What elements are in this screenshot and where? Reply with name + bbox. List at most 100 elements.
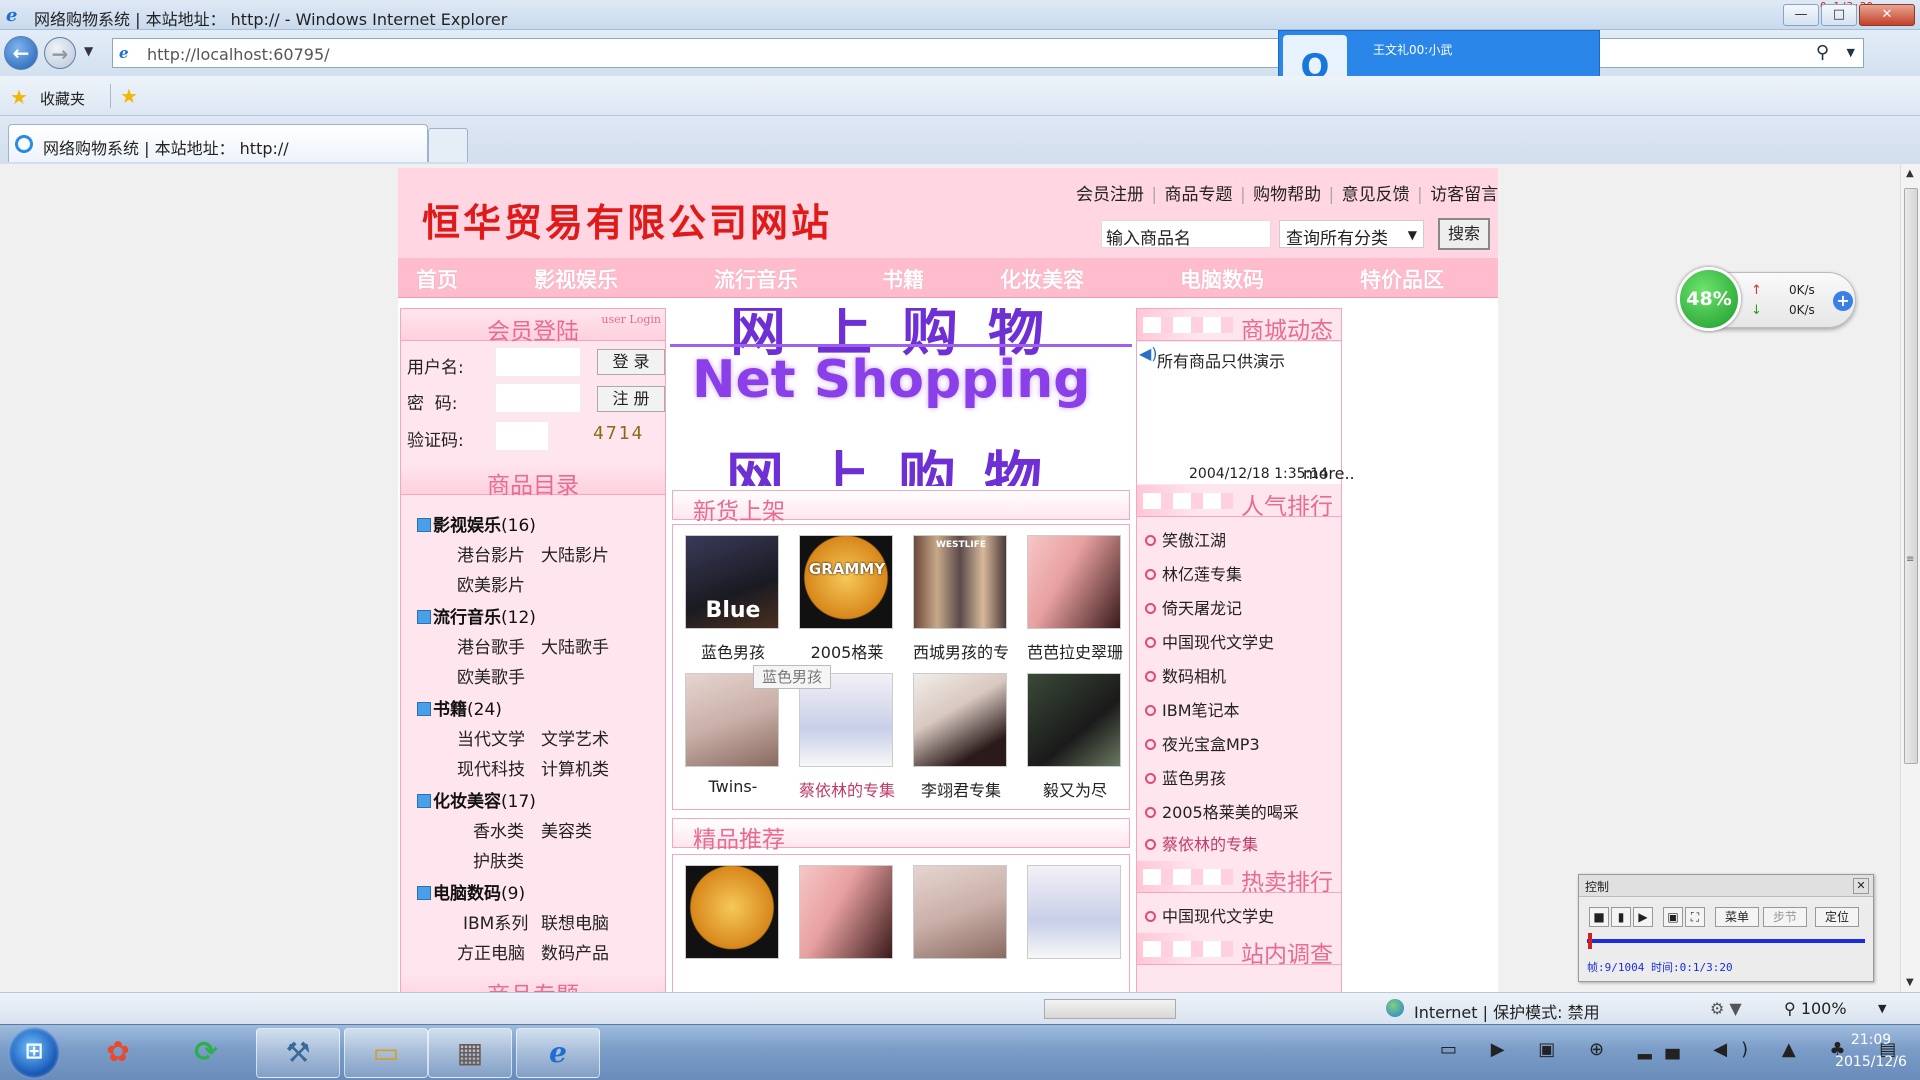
- subcategory-link[interactable]: 香水类: [473, 817, 524, 842]
- menu-button[interactable]: 菜单: [1715, 907, 1759, 927]
- category-books[interactable]: 书籍(24): [417, 695, 502, 720]
- product-card[interactable]: WESTLIFE 西城男孩的专: [903, 535, 1019, 665]
- playback-track[interactable]: [1587, 939, 1865, 943]
- product-image[interactable]: WESTLIFE: [913, 535, 1007, 629]
- taskbar-app-folder-icon[interactable]: ▭: [344, 1028, 428, 1078]
- popular-item[interactable]: 2005格莱美的喝采: [1145, 799, 1299, 823]
- subcategory-link[interactable]: 港台影片: [457, 541, 525, 566]
- close-button[interactable]: ✕: [1859, 4, 1915, 26]
- product-card[interactable]: 芭芭拉史翠珊: [1017, 535, 1133, 665]
- scroll-thumb[interactable]: [1904, 188, 1918, 764]
- subcategory-link[interactable]: 现代科技: [457, 755, 525, 780]
- scroll-up-icon[interactable]: ▲: [1906, 168, 1914, 179]
- address-bar[interactable]: e http://localhost:60795/ ⚲ ▼: [112, 38, 1864, 68]
- address-url[interactable]: http://localhost:60795/: [147, 45, 330, 64]
- popular-item[interactable]: 倚天屠龙记: [1145, 595, 1242, 619]
- category-beauty[interactable]: 化妆美容(17): [417, 787, 536, 812]
- hot-item[interactable]: 中国现代文学史: [1145, 903, 1274, 927]
- nav-computers[interactable]: 电脑数码: [1180, 264, 1264, 294]
- forward-button[interactable]: →: [44, 37, 76, 69]
- register-button[interactable]: 注 册: [597, 386, 665, 412]
- product-caption[interactable]: 2005格莱: [789, 639, 905, 663]
- clock[interactable]: 21:09 2015/12/6: [1826, 1029, 1916, 1073]
- nav-beauty[interactable]: 化妆美容: [1000, 264, 1084, 294]
- product-caption[interactable]: Twins-: [675, 777, 791, 796]
- product-image[interactable]: [913, 865, 1007, 959]
- new-tab-button[interactable]: [428, 128, 468, 162]
- product-image[interactable]: [913, 673, 1007, 767]
- subcategory-link[interactable]: 美容类: [541, 817, 592, 842]
- subcategory-link[interactable]: 大陆影片: [541, 541, 609, 566]
- product-caption[interactable]: 毅又为尽: [1017, 777, 1133, 801]
- step-button[interactable]: 步节: [1763, 907, 1807, 927]
- top-link-register[interactable]: 会员注册: [1076, 185, 1144, 205]
- popular-item[interactable]: 数码相机: [1145, 663, 1226, 687]
- zone-settings-icon[interactable]: ⚙ ▼: [1710, 999, 1742, 1018]
- favorites-button[interactable]: 收藏夹: [40, 88, 85, 109]
- minimize-button[interactable]: —: [1783, 4, 1819, 26]
- address-dropdown-icon[interactable]: ▼: [1847, 46, 1855, 59]
- product-card[interactable]: GRAMMY 2005格莱: [789, 535, 905, 665]
- taskbar-app-refresh-icon[interactable]: ⟳: [164, 1028, 248, 1078]
- security-zone[interactable]: Internet | 保护模式: 禁用: [1414, 999, 1600, 1023]
- play-icon[interactable]: ▶: [1633, 907, 1653, 927]
- playback-knob[interactable]: [1588, 933, 1593, 949]
- subcategory-link[interactable]: 联想电脑: [541, 909, 609, 934]
- product-card[interactable]: Twins-: [675, 673, 791, 803]
- subcategory-link[interactable]: 方正电脑: [457, 939, 525, 964]
- popular-item[interactable]: 蓝色男孩: [1145, 765, 1226, 789]
- username-input[interactable]: [495, 347, 581, 377]
- category-computers[interactable]: 电脑数码(9): [417, 879, 525, 904]
- captcha-input[interactable]: [495, 421, 549, 451]
- product-caption[interactable]: 芭芭拉史翠珊: [1017, 639, 1133, 663]
- control-close-icon[interactable]: ✕: [1853, 878, 1869, 894]
- subcategory-link[interactable]: 文学艺术: [541, 725, 609, 750]
- category-music[interactable]: 流行音乐(12): [417, 603, 536, 628]
- top-link-topics[interactable]: 商品专题: [1165, 185, 1233, 205]
- popular-item[interactable]: 林亿莲专集: [1145, 561, 1242, 585]
- product-image[interactable]: [1027, 673, 1121, 767]
- search-button[interactable]: 搜索: [1438, 218, 1490, 250]
- plus-icon[interactable]: +: [1833, 291, 1853, 311]
- taskbar-app-photos-icon[interactable]: ✿: [76, 1028, 160, 1078]
- news-text[interactable]: 所有商品只供演示: [1157, 348, 1285, 372]
- stop-icon[interactable]: ■: [1589, 907, 1609, 927]
- pause-icon[interactable]: ▮: [1611, 907, 1631, 927]
- subcategory-link[interactable]: 数码产品: [541, 939, 609, 964]
- product-caption[interactable]: 李翊君专集: [903, 777, 1019, 801]
- subcategory-link[interactable]: 护肤类: [473, 847, 524, 872]
- product-image[interactable]: [1027, 535, 1121, 629]
- scroll-down-icon[interactable]: ▼: [1906, 977, 1914, 988]
- product-caption[interactable]: 蓝色男孩: [675, 639, 791, 663]
- login-button[interactable]: 登 录: [597, 349, 665, 375]
- subcategory-link[interactable]: 欧美影片: [457, 571, 525, 596]
- product-caption[interactable]: 西城男孩的专: [903, 639, 1019, 663]
- news-more-link[interactable]: more..: [1303, 464, 1355, 483]
- fit-icon[interactable]: ▣: [1663, 907, 1683, 927]
- product-caption[interactable]: 蔡依林的专集: [789, 777, 905, 801]
- search-input[interactable]: 输入商品名: [1101, 220, 1271, 249]
- nav-specials[interactable]: 特价品区: [1360, 264, 1444, 294]
- maximize-button[interactable]: □: [1821, 4, 1857, 26]
- search-icon[interactable]: ⚲: [1816, 42, 1829, 63]
- category-select[interactable]: 查询所有分类 ▼: [1279, 220, 1424, 249]
- taskbar-app-tools-icon[interactable]: ⚒: [256, 1028, 340, 1078]
- nav-home[interactable]: 首页: [416, 264, 458, 294]
- taskbar-app-ie-icon[interactable]: e: [516, 1028, 600, 1078]
- vertical-scrollbar[interactable]: ▲ ≡ ▼: [1900, 164, 1920, 992]
- category-movies[interactable]: 影视娱乐(16): [417, 511, 536, 536]
- memory-percent[interactable]: 48%: [1677, 267, 1741, 331]
- popular-item[interactable]: IBM笔记本: [1145, 697, 1240, 721]
- password-input[interactable]: [495, 383, 581, 413]
- product-card[interactable]: 蔡依林的专集: [789, 673, 905, 803]
- subcategory-link[interactable]: 欧美歌手: [457, 663, 525, 688]
- popular-item[interactable]: 中国现代文学史: [1145, 629, 1274, 653]
- subcategory-link[interactable]: 港台歌手: [457, 633, 525, 658]
- fullscreen-icon[interactable]: ⛶: [1685, 907, 1705, 927]
- top-link-feedback[interactable]: 意见反馈: [1342, 185, 1410, 205]
- nav-music[interactable]: 流行音乐: [714, 264, 798, 294]
- product-image[interactable]: GRAMMY: [799, 535, 893, 629]
- popular-item[interactable]: 笑傲江湖: [1145, 527, 1226, 551]
- product-image[interactable]: Blue: [685, 535, 779, 629]
- tab-active[interactable]: 网络购物系统 | 本站地址： http://: [8, 124, 428, 162]
